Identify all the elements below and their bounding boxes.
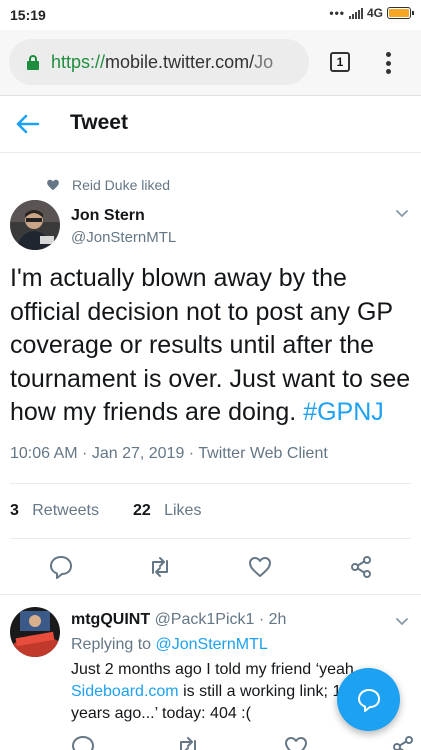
author-name[interactable]: Jon Stern xyxy=(71,207,145,225)
battery-icon xyxy=(387,7,414,19)
network-type: 4G xyxy=(366,6,383,20)
heart-icon xyxy=(47,179,59,191)
reply-author-name[interactable]: mtgQUINT xyxy=(71,611,150,628)
tweet-actions xyxy=(0,550,421,584)
url-text[interactable]: https://mobile.twitter.com/Jo xyxy=(51,52,273,73)
hashtag-link[interactable]: #GPNJ xyxy=(303,398,384,426)
browser-menu-icon[interactable] xyxy=(380,50,396,76)
compose-icon xyxy=(357,688,380,712)
status-icons: ••• 4G xyxy=(329,6,414,20)
browser-toolbar: https://mobile.twitter.com/Jo 1 xyxy=(0,30,421,96)
reply-icon[interactable] xyxy=(48,554,74,580)
replying-to: Replying to @JonSternMTL xyxy=(71,636,268,654)
reply-author-avatar[interactable] xyxy=(10,607,60,657)
compose-button[interactable] xyxy=(337,668,400,731)
reply-actions xyxy=(0,728,421,750)
tweet-stats: 3 Retweets 22 Likes xyxy=(10,502,201,520)
status-bar: 15:19 ••• 4G xyxy=(0,0,421,30)
reply-icon[interactable] xyxy=(70,734,96,750)
reply-text: Just 2 months ago I told my friend ‘yeah… xyxy=(71,659,371,725)
share-icon[interactable] xyxy=(390,734,416,750)
social-context-text: Reid Duke liked xyxy=(72,177,171,193)
author-avatar[interactable] xyxy=(10,200,60,250)
social-context[interactable]: Reid Duke liked xyxy=(46,177,170,193)
chevron-down-icon[interactable] xyxy=(394,614,410,630)
divider xyxy=(10,483,411,484)
divider xyxy=(0,594,421,595)
page-header: Tweet xyxy=(0,96,421,153)
sideboard-link[interactable]: Sideboard.com xyxy=(71,683,179,700)
like-icon[interactable] xyxy=(283,734,309,750)
retweet-icon[interactable] xyxy=(147,554,173,580)
author-avatar-image xyxy=(10,200,60,250)
replying-to-link[interactable]: @JonSternMTL xyxy=(156,636,268,653)
replying-label: Replying to xyxy=(71,636,156,653)
lock-icon xyxy=(27,55,39,70)
reply-author-handle[interactable]: @Pack1Pick1 · 2h xyxy=(155,611,287,628)
reply-avatar-image xyxy=(10,607,60,657)
retweet-icon[interactable] xyxy=(175,734,201,750)
page-title: Tweet xyxy=(70,111,128,134)
likes-stat[interactable]: 22 Likes xyxy=(133,502,202,519)
like-icon[interactable] xyxy=(247,554,273,580)
author-handle[interactable]: @JonSternMTL xyxy=(71,229,176,246)
retweets-stat[interactable]: 3 Retweets xyxy=(10,502,99,519)
tweet-timestamp[interactable]: 10:06 AM · Jan 27, 2019 · Twitter Web Cl… xyxy=(10,445,328,463)
reply-body-1: Just 2 months ago I told my friend ‘yeah xyxy=(71,661,354,678)
back-arrow-icon[interactable] xyxy=(14,111,42,137)
reply-header[interactable]: mtgQUINT @Pack1Pick1 · 2h xyxy=(71,611,286,629)
status-time: 15:19 xyxy=(10,7,46,23)
chevron-down-icon[interactable] xyxy=(394,206,410,222)
tab-switcher-button[interactable]: 1 xyxy=(330,52,350,72)
signal-icon xyxy=(348,7,363,19)
address-bar[interactable]: https://mobile.twitter.com/Jo xyxy=(9,39,309,85)
notification-dots-icon: ••• xyxy=(329,6,345,20)
tweet-text: I'm actually blown away by the official … xyxy=(10,262,415,430)
divider xyxy=(10,538,411,539)
share-icon[interactable] xyxy=(348,554,374,580)
